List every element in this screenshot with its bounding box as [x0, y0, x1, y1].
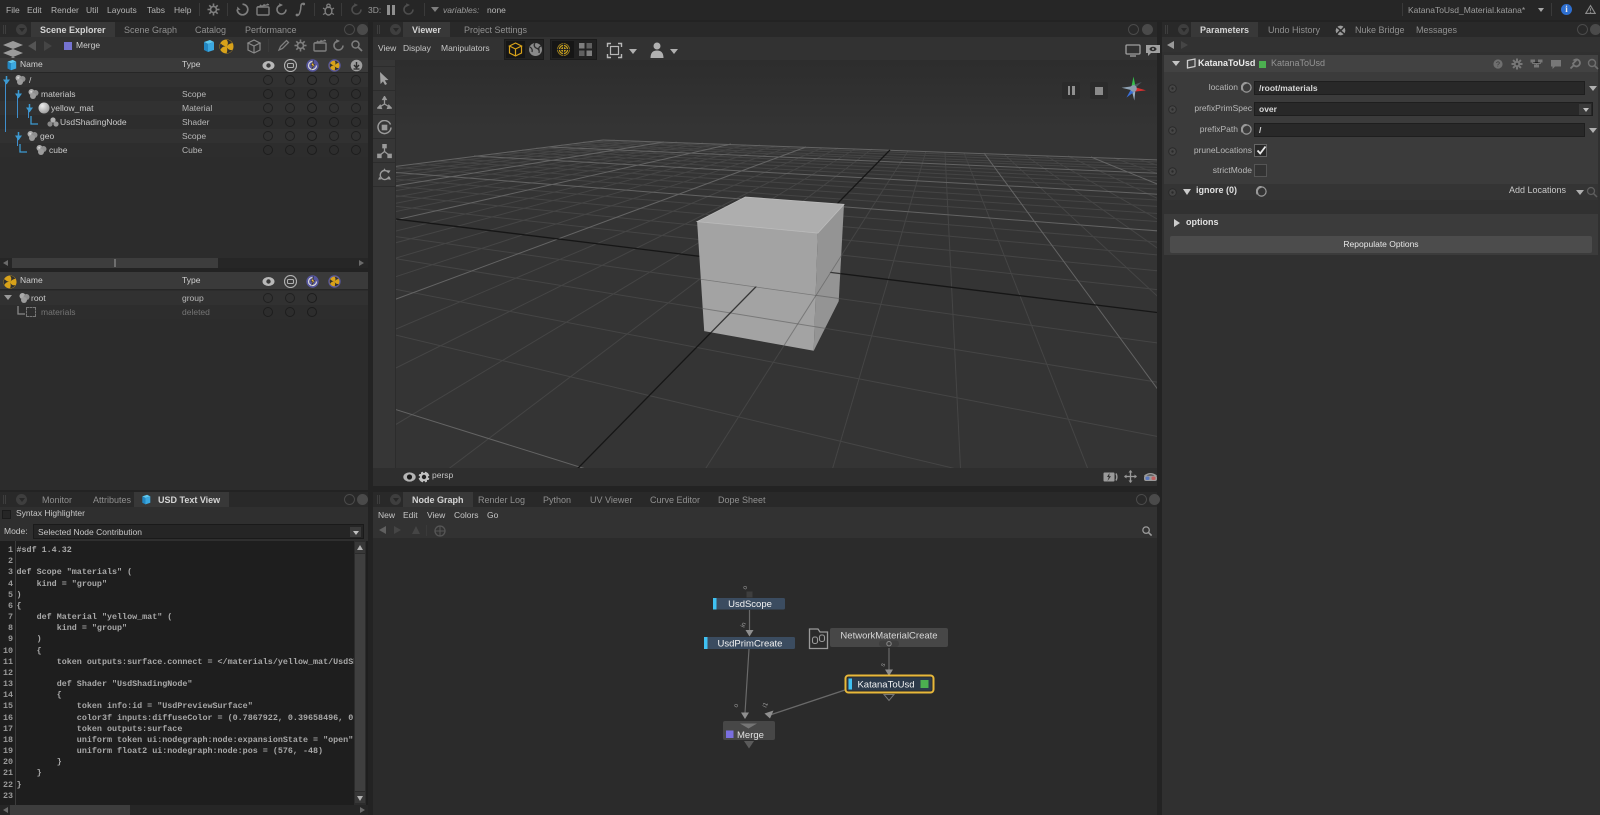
svg-text:?: ?: [1496, 62, 1500, 69]
svg-text:KatanaToUsd: KatanaToUsd: [857, 680, 914, 691]
svg-text:s: s: [879, 661, 887, 668]
svg-text:Merge: Merge: [737, 730, 764, 741]
svg-text:NetworkMaterialCreate: NetworkMaterialCreate: [840, 631, 937, 642]
svg-text:o: o: [741, 584, 749, 591]
svg-text:UsdPrimCreate: UsdPrimCreate: [718, 639, 783, 650]
svg-text:i1: i1: [761, 701, 770, 709]
svg-text:UsdScope: UsdScope: [728, 599, 772, 610]
svg-text:o: o: [732, 702, 740, 709]
svg-text:in: in: [739, 621, 748, 629]
